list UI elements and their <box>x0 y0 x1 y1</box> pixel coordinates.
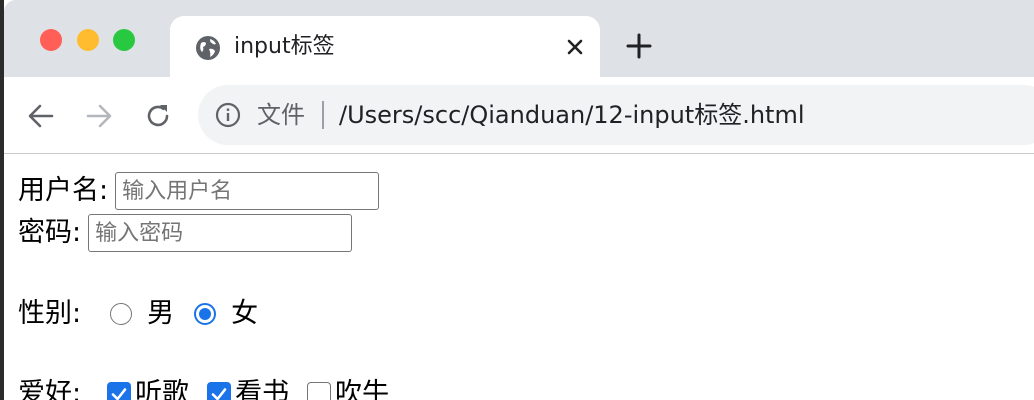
close-icon[interactable] <box>561 33 589 61</box>
gender-radio-male[interactable] <box>110 303 133 325</box>
checkmark-icon <box>111 388 127 400</box>
password-input[interactable] <box>88 214 353 252</box>
gender-label: 性别: <box>18 298 82 329</box>
close-window-button[interactable] <box>40 29 62 51</box>
password-label: 密码: <box>18 217 82 248</box>
username-label: 用户名: <box>18 175 109 206</box>
tab-active[interactable]: input标签 <box>170 16 600 77</box>
hobbies-row: 爱好: 听歌 看书 吹牛 <box>18 377 389 400</box>
minimize-window-button[interactable] <box>77 29 99 51</box>
arrow-left-icon[interactable] <box>24 99 58 133</box>
hobby-option-label: 听歌 <box>135 378 190 400</box>
gender-row: 性别: 男 女 <box>18 297 258 331</box>
password-row: 密码: <box>18 214 353 252</box>
tab-strip: input标签 <box>4 0 1034 77</box>
globe-icon <box>194 34 222 62</box>
omnibox-separator <box>322 101 324 129</box>
maximize-window-button[interactable] <box>113 29 135 51</box>
hobby-checkbox-music[interactable] <box>107 382 132 400</box>
toolbar: 文件 /Users/scc/Qianduan/12-input标签.html <box>4 77 1034 153</box>
hobby-checkbox-reading[interactable] <box>207 382 232 400</box>
hobby-option-label: 吹牛 <box>335 378 390 400</box>
username-row: 用户名: <box>18 172 380 210</box>
hobbies-label: 爱好: <box>18 378 82 400</box>
username-input[interactable] <box>115 172 380 210</box>
hobby-option-label: 看书 <box>235 378 290 400</box>
checkmark-icon <box>211 388 227 400</box>
address-bar[interactable]: 文件 /Users/scc/Qianduan/12-input标签.html <box>198 85 1034 145</box>
info-icon[interactable] <box>214 101 242 129</box>
gender-option-label: 女 <box>231 298 259 329</box>
hobby-checkbox-chat[interactable] <box>307 382 332 400</box>
tab-title: input标签 <box>234 34 335 59</box>
omnibox-url[interactable]: /Users/scc/Qianduan/12-input标签.html <box>339 99 805 131</box>
plus-icon[interactable] <box>624 31 654 61</box>
browser-window: input标签 文件 /Users/scc/Qianduan/12-input标… <box>4 0 1034 400</box>
arrow-right-icon[interactable] <box>82 99 116 133</box>
gender-option-label: 男 <box>147 298 175 329</box>
gender-radio-female[interactable] <box>194 303 217 325</box>
page-content: 用户名: 密码: 性别: 男 女 爱好: 听歌 <box>4 154 1034 400</box>
omnibox-scheme-label: 文件 <box>257 101 305 129</box>
reload-icon[interactable] <box>141 99 175 133</box>
